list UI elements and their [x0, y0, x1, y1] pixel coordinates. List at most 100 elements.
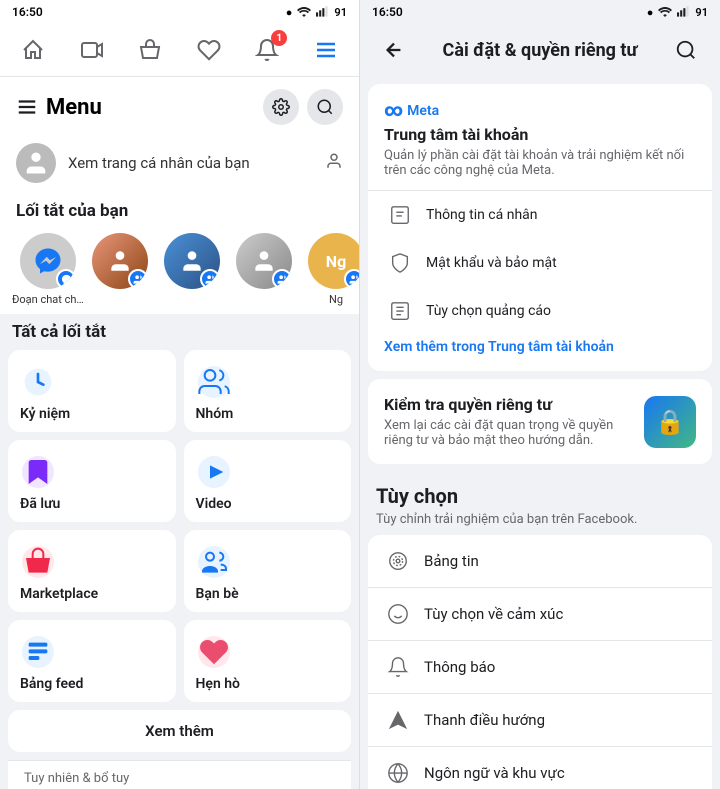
settings-item-notifications[interactable]: Thông báo [368, 641, 712, 694]
reactions-text: Tùy chọn về cảm xúc [424, 605, 563, 623]
navigation-text: Thanh điều hướng [424, 711, 545, 729]
privacy-check-content: Kiểm tra quyền riêng tư Xem lại các cài … [384, 395, 696, 448]
shortcut-item[interactable] [84, 233, 156, 306]
privacy-lock-icon: 🔒 [644, 396, 696, 448]
shortcut-avatar: Ng [308, 233, 359, 289]
nav-store[interactable] [132, 32, 168, 68]
profile-name: Xem trang cá nhân của bạn [68, 154, 250, 172]
news-feed-icon [384, 547, 412, 575]
ads-prefs-item[interactable]: Tùy chọn quảng cáo [384, 287, 696, 335]
time-right: 16:50 [372, 5, 403, 19]
feed-icon [20, 634, 56, 670]
time-left: 16:50 [12, 5, 43, 19]
battery-icon: 91 [334, 6, 347, 19]
see-more-button[interactable]: Xem thêm [8, 710, 351, 752]
dot-icon: ● [286, 6, 293, 19]
profile-row[interactable]: Xem trang cá nhân của bạn [0, 133, 359, 193]
language-text: Ngôn ngữ và khu vực [424, 764, 565, 782]
reactions-icon [384, 600, 412, 628]
grid-item-groups[interactable]: Nhóm [184, 350, 352, 432]
more-section: Tuy nhiên & bổ tuy [8, 760, 351, 789]
video-icon [196, 454, 232, 490]
nav-heart[interactable] [191, 32, 227, 68]
shortcut-item[interactable]: Ng Ng [300, 233, 359, 306]
search-button-left[interactable] [307, 89, 343, 125]
shortcut-badge [344, 269, 359, 289]
marketplace-icon [20, 544, 56, 580]
left-panel: 16:50 ● 91 1 [0, 0, 360, 789]
grid-row-1: Kỷ niệm Nhóm [8, 350, 351, 432]
groups-label: Nhóm [196, 406, 340, 422]
grid-item-video[interactable]: Video [184, 440, 352, 522]
options-subheading: Tùy chỉnh trải nghiệm của bạn trên Faceb… [360, 512, 720, 535]
nav-home[interactable] [15, 32, 51, 68]
shortcut-item[interactable] [228, 233, 300, 306]
menu-actions [263, 89, 343, 125]
account-center-link[interactable]: Xem thêm trong Trung tâm tài khoản [384, 339, 696, 355]
shortcut-badge [272, 269, 292, 289]
settings-item-reactions[interactable]: Tùy chọn về cảm xúc [368, 588, 712, 641]
settings-item-language[interactable]: Ngôn ngữ và khu vực [368, 747, 712, 789]
ads-icon [384, 295, 416, 327]
shortcut-avatar [92, 233, 148, 289]
grid-item-friends[interactable]: Bạn bè [184, 530, 352, 612]
more-text: Tuy nhiên & bổ tuy [24, 771, 129, 786]
wifi-icon [296, 5, 312, 20]
shortcut-item[interactable]: Đoạn chat chung [12, 233, 84, 306]
settings-item-navigation[interactable]: Thanh điều hướng [368, 694, 712, 747]
password-security-item[interactable]: Mật khẩu và bảo mật [384, 239, 696, 287]
shortcut-label: Đoạn chat chung [12, 293, 84, 306]
privacy-check-title: Kiểm tra quyền riêng tư [384, 395, 644, 414]
avatar [16, 143, 56, 183]
grid-item-marketplace[interactable]: Marketplace [8, 530, 176, 612]
menu-header: Menu [0, 77, 359, 133]
top-nav-left: 1 [0, 24, 359, 77]
nav-bell[interactable]: 1 [249, 32, 285, 68]
meta-text: Meta [407, 103, 439, 119]
shortcut-avatar [164, 233, 220, 289]
grid-section: Tất cả lối tắt Kỷ niệm Nhóm [0, 314, 359, 789]
nav-video[interactable] [74, 32, 110, 68]
grid-item-dating[interactable]: Hẹn hò [184, 620, 352, 702]
shortcut-item[interactable] [156, 233, 228, 306]
saved-icon [20, 454, 56, 490]
grid-row-2: Đã lưu Video [8, 440, 351, 522]
shortcut-avatar [236, 233, 292, 289]
settings-header-title: Cài đặt & quyền riêng tư [424, 40, 656, 61]
language-icon [384, 759, 412, 787]
shortcut-label: Ng [300, 293, 359, 306]
shortcut-badge [200, 269, 220, 289]
grid-item-saved[interactable]: Đã lưu [8, 440, 176, 522]
privacy-check-desc: Xem lại các cài đặt quan trọng về quyền … [384, 418, 644, 448]
grid-item-feed[interactable]: Bảng feed [8, 620, 176, 702]
hamburger-icon [16, 96, 38, 118]
shortcut-avatar [20, 233, 76, 289]
personal-info-item[interactable]: Thông tin cá nhân [384, 191, 696, 239]
status-bar-right: 16:50 ● 91 [360, 0, 720, 24]
dating-icon [196, 634, 232, 670]
news-feed-text: Bảng tin [424, 552, 479, 570]
grid-row-3: Marketplace Bạn bè [8, 530, 351, 612]
shortcuts-section-title: Lối tắt của bạn [0, 193, 359, 225]
grid-item-memories[interactable]: Kỷ niệm [8, 350, 176, 432]
right-content: ∞ Meta Trung tâm tài khoản Quản lý phần … [360, 76, 720, 789]
dot-icon-right: ● [647, 6, 654, 19]
profile-arrow-icon [325, 152, 343, 174]
notifications-text: Thông báo [424, 658, 495, 676]
personal-info-text: Thông tin cá nhân [426, 207, 538, 223]
back-button[interactable] [376, 32, 412, 68]
privacy-check-card[interactable]: Kiểm tra quyền riêng tư Xem lại các cài … [368, 379, 712, 464]
options-heading: Tùy chọn [360, 472, 720, 512]
settings-item-news-feed[interactable]: Bảng tin [368, 535, 712, 588]
search-button-right[interactable] [668, 32, 704, 68]
friends-label: Bạn bè [196, 586, 340, 602]
battery-icon-right: 91 [695, 6, 708, 19]
status-icons-right: ● 91 [647, 5, 708, 20]
groups-icon [196, 364, 232, 400]
settings-button[interactable] [263, 89, 299, 125]
password-security-text: Mật khẩu và bảo mật [426, 255, 557, 271]
dating-label: Hẹn hò [196, 676, 340, 692]
meta-logo: ∞ Meta [384, 100, 696, 121]
nav-menu[interactable] [308, 32, 344, 68]
wifi-icon-right [657, 5, 673, 20]
